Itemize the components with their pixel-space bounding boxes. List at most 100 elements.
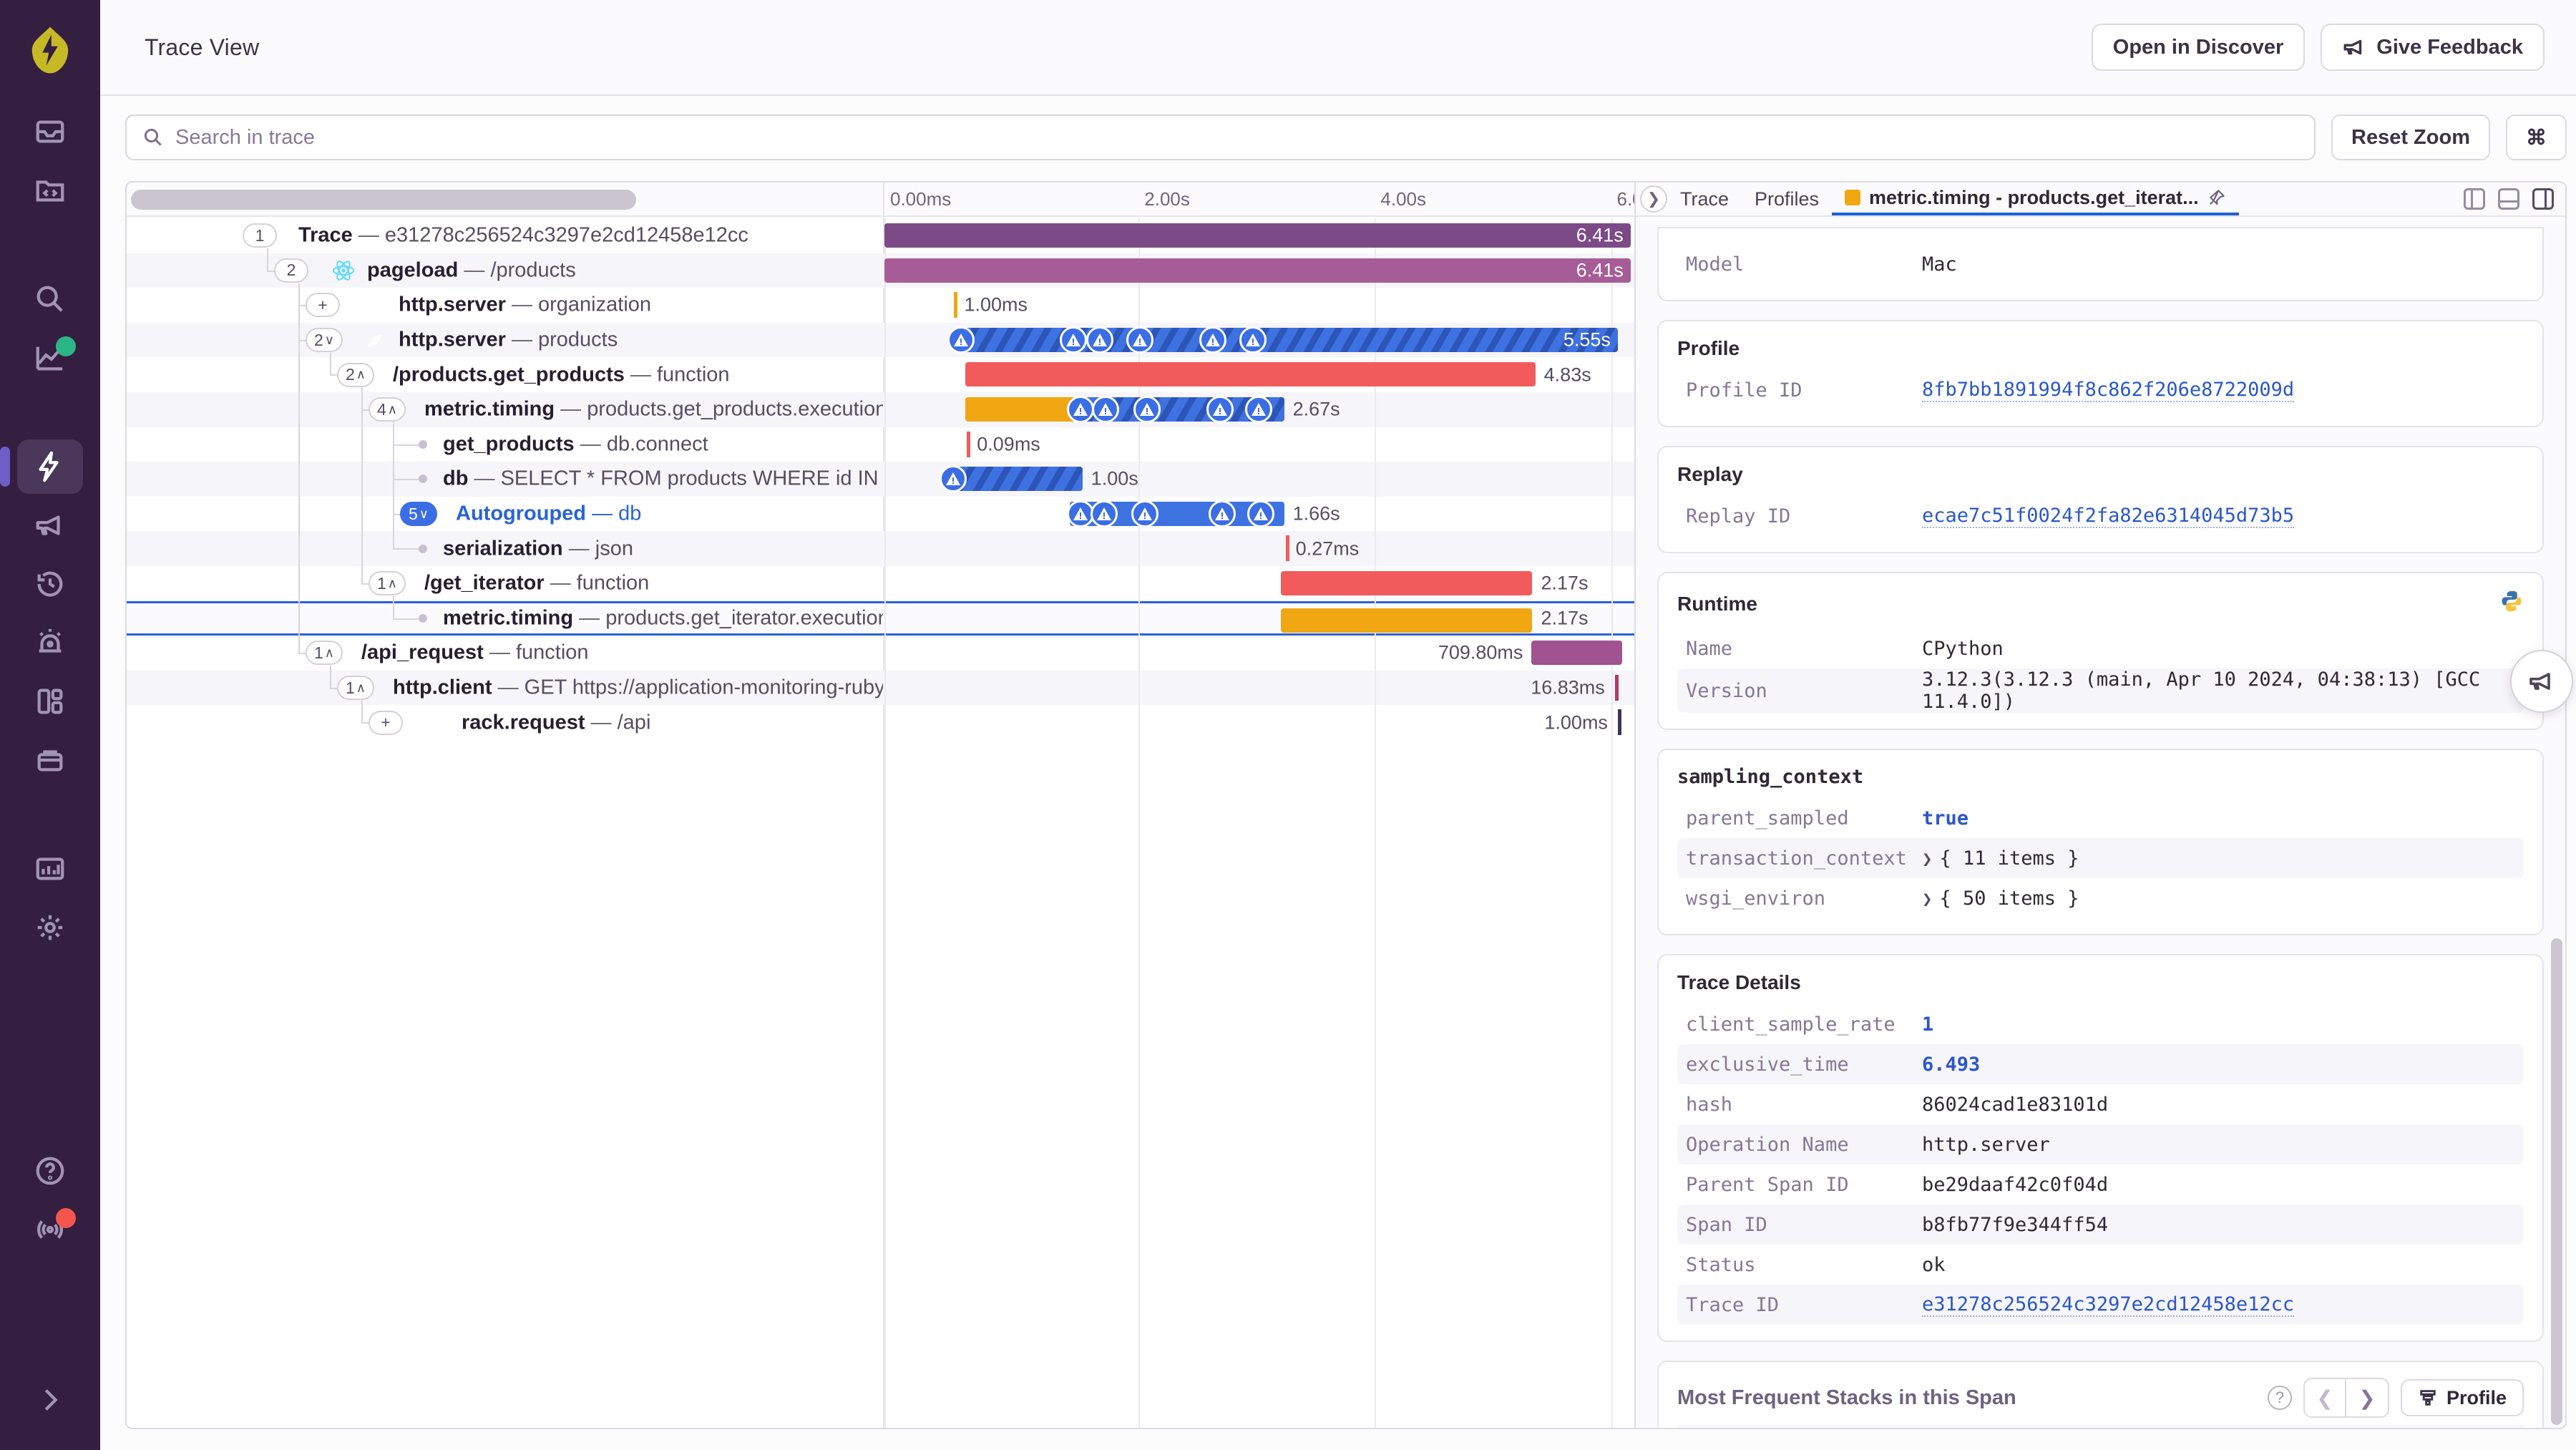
warning-icon[interactable]: [1206, 395, 1234, 423]
warning-icon[interactable]: [947, 326, 975, 354]
sidebar-item-projects[interactable]: [17, 163, 83, 218]
sidebar-item-archive[interactable]: [17, 733, 83, 787]
warning-icon[interactable]: [1126, 326, 1154, 354]
warning-icon[interactable]: [1090, 500, 1118, 527]
span-row[interactable]: get_products — db.connect 0.09ms: [127, 427, 1634, 462]
span-expand-badge[interactable]: 2 ∨: [306, 328, 343, 353]
span-label: http.client — GET https://application-mo…: [393, 676, 883, 699]
span-expand-badge[interactable]: +: [306, 293, 340, 318]
search-input[interactable]: [175, 125, 2299, 150]
sidebar-item-stats[interactable]: [17, 842, 83, 896]
stack-frame-row[interactable]: src/utils.pyinget_iteratorat line311In A…: [1677, 1425, 2524, 1428]
sidebar-item-insights[interactable]: [17, 331, 83, 385]
warning-icon[interactable]: [939, 465, 967, 493]
span-expand-badge[interactable]: 5 ∨: [400, 502, 437, 527]
sidebar-item-collapse[interactable]: [17, 1373, 83, 1427]
kv-value[interactable]: ecae7c51f0024f2fa82e6314045d73b5: [1922, 505, 2295, 528]
kv-key: Span ID: [1686, 1213, 1767, 1236]
layout-right-icon[interactable]: [2532, 188, 2554, 210]
tab-span-details[interactable]: metric.timing - products.get_iterat...: [1832, 183, 2239, 215]
span-row[interactable]: 1 Trace — e31278c256524c3297e2cd12458e12c…: [127, 218, 1634, 253]
tab-trace[interactable]: Trace: [1667, 183, 1742, 215]
profile-button[interactable]: Profile: [2400, 1379, 2524, 1416]
reset-zoom-button[interactable]: Reset Zoom: [2331, 115, 2490, 160]
span-bar[interactable]: [1066, 500, 1284, 527]
sentry-logo-icon[interactable]: [24, 24, 76, 76]
horizontal-scrollbar-thumb[interactable]: [131, 190, 636, 210]
help-icon[interactable]: ?: [2267, 1386, 2292, 1410]
sidebar-item-performance[interactable]: [0, 439, 83, 494]
span-expand-badge[interactable]: 1 ∧: [369, 571, 406, 596]
sidebar-item-dashboards[interactable]: [17, 674, 83, 729]
stacks-next-button[interactable]: ❯: [2346, 1379, 2388, 1416]
span-row[interactable]: 2 pageload — /products 6.41s: [127, 253, 1634, 288]
warning-icon[interactable]: [1131, 500, 1158, 527]
floating-feedback-button[interactable]: [2510, 650, 2573, 713]
give-feedback-button[interactable]: Give Feedback: [2321, 24, 2545, 71]
sidebar-item-settings[interactable]: [17, 900, 83, 955]
kv-value[interactable]: 8fb7bb1891994f8c862f206e8722009d: [1922, 379, 2295, 402]
span-row[interactable]: 5 ∨ Autogrouped — db 1.66s: [127, 497, 1634, 532]
span-expand-badge[interactable]: 1 ∧: [337, 676, 374, 701]
search-bar[interactable]: [125, 115, 2316, 160]
sidebar-item-alerts[interactable]: [17, 615, 83, 670]
span-bar[interactable]: [965, 362, 1536, 387]
warning-icon[interactable]: [1066, 395, 1094, 423]
span-row[interactable]: 4 ∧ metric.timing — products.get_products…: [127, 391, 1634, 427]
shortcut-button[interactable]: ⌘: [2506, 115, 2567, 160]
kv-key: client_sample_rate: [1686, 1013, 1896, 1036]
sidebar-item-explore[interactable]: [17, 272, 83, 326]
pin-icon[interactable]: [2207, 188, 2226, 207]
span-row[interactable]: 1 ∧ http.client — GET https://application…: [127, 670, 1634, 706]
span-row[interactable]: serialization — json 0.27ms: [127, 531, 1634, 566]
span-expand-badge[interactable]: 2 ∧: [337, 362, 374, 387]
span-bar[interactable]: [1531, 641, 1623, 666]
warning-icon[interactable]: [1086, 326, 1114, 354]
sidebar-item-help[interactable]: [17, 1144, 83, 1198]
sidebar-item-releases[interactable]: [17, 557, 83, 611]
span-expand-badge[interactable]: 4 ∧: [369, 397, 406, 422]
span-row[interactable]: 1 ∧ /get_iterator — function 2.17s: [127, 566, 1634, 601]
sidebar-item-broadcasts[interactable]: [17, 1202, 83, 1257]
lightning-icon: [39, 451, 59, 482]
warning-icon[interactable]: [1199, 326, 1227, 354]
warning-icon[interactable]: [1060, 326, 1088, 354]
warning-icon[interactable]: [1133, 395, 1161, 423]
span-expand-badge[interactable]: 1: [243, 223, 277, 248]
stacks-prev-button[interactable]: ❮: [2304, 1379, 2346, 1416]
span-label: rack.request — /api: [462, 711, 651, 734]
span-bar[interactable]: 6.41s: [884, 223, 1631, 248]
span-bar[interactable]: [1281, 608, 1533, 633]
sidebar-item-feedback[interactable]: [17, 498, 83, 553]
span-expand-badge[interactable]: 2: [274, 258, 308, 283]
span-row[interactable]: 2 ∨ http.server — products 5.55s: [127, 322, 1634, 358]
kv-value[interactable]: e31278c256524c3297e2cd12458e12cc: [1922, 1293, 2295, 1317]
open-in-discover-button[interactable]: Open in Discover: [2091, 24, 2306, 71]
warning-icon[interactable]: [1208, 500, 1236, 527]
span-row[interactable]: metric.timing — products.get_iterator.ex…: [127, 600, 1634, 636]
span-bar[interactable]: 6.41s: [884, 258, 1631, 283]
span-row[interactable]: db — SELECT * FROM products WHERE id IN …: [127, 462, 1634, 497]
span-expand-badge[interactable]: 1 ∧: [306, 641, 343, 666]
card-title: Runtime: [1677, 589, 2524, 618]
span-bar[interactable]: [939, 465, 1083, 493]
span-expand-badge[interactable]: +: [369, 710, 403, 735]
span-bar[interactable]: [965, 395, 1284, 423]
tab-profiles[interactable]: Profiles: [1742, 183, 1832, 215]
span-row[interactable]: 1 ∧ /api_request — function 709.80ms: [127, 636, 1634, 671]
drawer-scrollbar-thumb[interactable]: [2551, 938, 2562, 1425]
sidebar-item-issues[interactable]: [17, 104, 83, 159]
span-row[interactable]: + http.server — organization 1.00ms: [127, 288, 1634, 323]
warning-icon[interactable]: [1246, 500, 1274, 527]
span-row[interactable]: 2 ∧ /products.get_products — function 4.83…: [127, 357, 1634, 392]
layout-bottom-icon[interactable]: [2498, 188, 2519, 210]
span-bar[interactable]: [1281, 570, 1533, 595]
expand-chevron-icon: ❯: [1922, 888, 1933, 909]
warning-icon[interactable]: [1092, 395, 1120, 423]
warning-icon[interactable]: [1244, 395, 1272, 423]
span-bar[interactable]: 5.55s: [947, 326, 1618, 354]
warning-icon[interactable]: [1239, 326, 1267, 354]
span-row[interactable]: + rack.request — /api 1.00ms: [127, 705, 1634, 740]
drawer-collapse-button[interactable]: ❯: [1640, 185, 1667, 213]
layout-left-icon[interactable]: [2464, 188, 2485, 210]
